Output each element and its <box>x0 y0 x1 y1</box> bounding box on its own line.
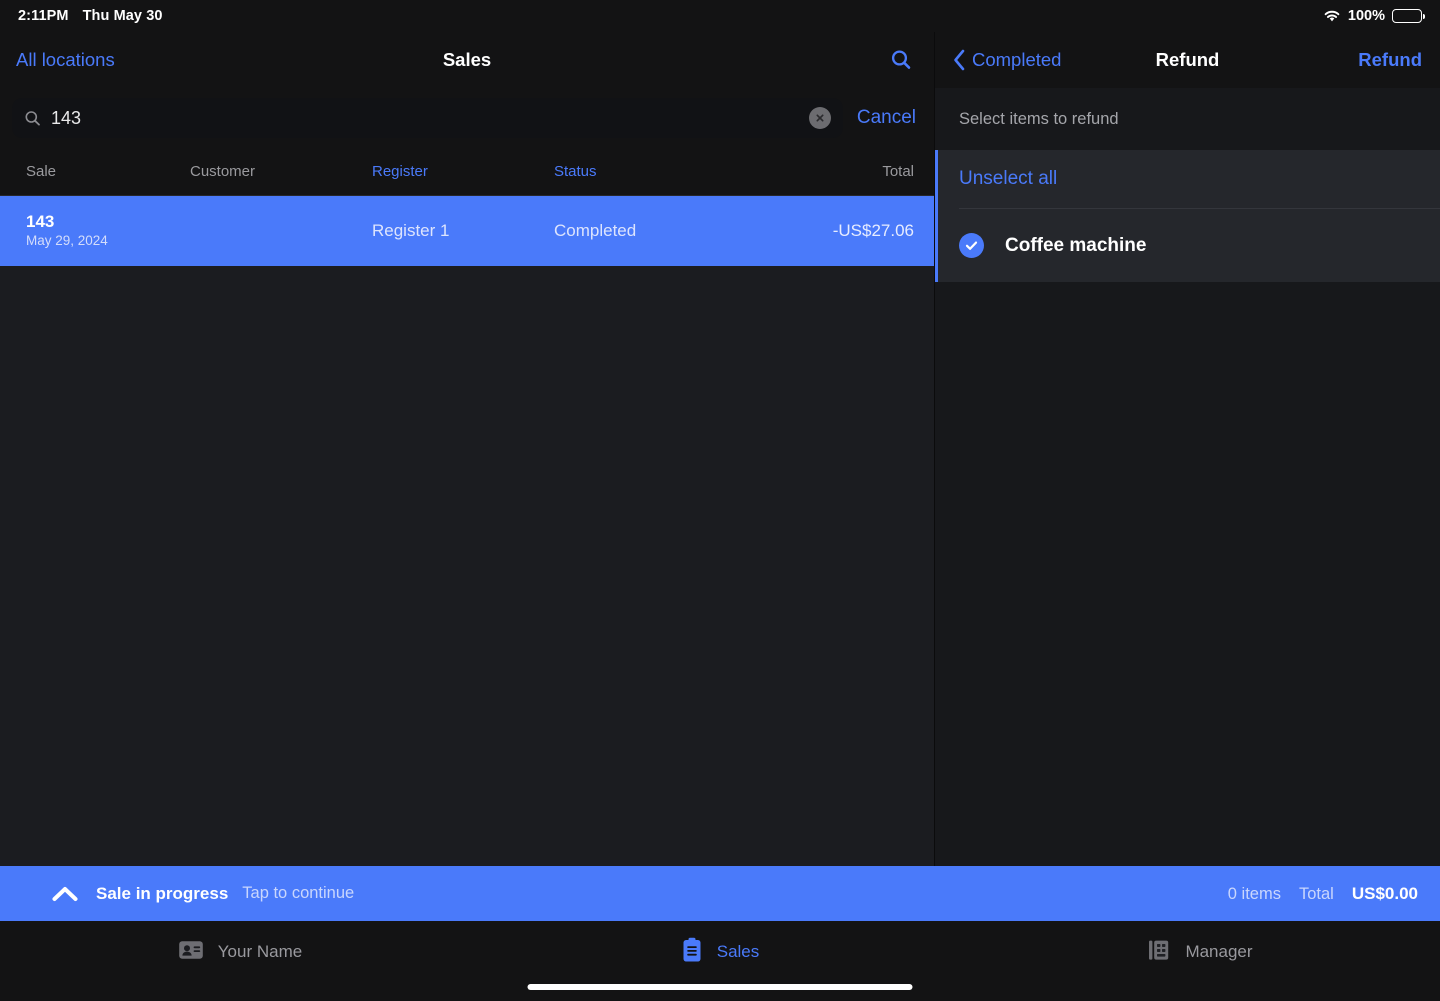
status-bar-right: 100% <box>1323 8 1426 24</box>
chevron-up-icon[interactable] <box>52 886 78 902</box>
home-indicator[interactable] <box>527 984 913 990</box>
row-sale-cell: 143 May 29, 2024 <box>0 211 190 250</box>
unselect-all-row[interactable]: Unselect all <box>938 150 1440 208</box>
back-label: Completed <box>972 49 1062 70</box>
tab-label-manager: Manager <box>1185 942 1253 961</box>
refund-items-card: Unselect all Coffee machine <box>935 150 1440 282</box>
tab-manager[interactable]: Manager <box>960 921 1440 983</box>
tab-label-sales: Sales <box>716 942 760 961</box>
sales-nav-header: All locations Sales <box>0 32 934 88</box>
search-button[interactable] <box>884 43 918 77</box>
refund-pane: Completed Refund Refund Select items to … <box>935 32 1440 866</box>
tab-bar: Your Name Sales Manager <box>0 921 1440 1001</box>
all-locations-button[interactable]: All locations <box>16 49 115 71</box>
check-circle-icon[interactable] <box>959 233 984 258</box>
battery-percent: 100% <box>1347 8 1385 24</box>
clipboard-icon <box>681 937 703 968</box>
tab-label-your-name: Your Name <box>217 942 303 961</box>
table-row[interactable]: 143 May 29, 2024 Register 1 Completed -U… <box>0 196 934 266</box>
row-total: -US$27.06 <box>832 221 914 240</box>
panes-container: All locations Sales 143 Cancel Sale Cust… <box>0 32 1440 866</box>
status-date: Thu May 30 <box>82 8 163 24</box>
search-icon <box>891 50 911 69</box>
column-header-register[interactable]: Register <box>372 163 554 180</box>
sales-pane: All locations Sales 143 Cancel Sale Cust… <box>0 32 935 866</box>
wifi-icon <box>1323 9 1341 23</box>
search-bar: 143 Cancel <box>0 88 934 148</box>
status-bar: 2:11PM Thu May 30 100% <box>0 0 1440 32</box>
refund-nav-header: Completed Refund Refund <box>935 32 1440 88</box>
column-header-sale[interactable]: Sale <box>0 163 190 180</box>
sales-table-header: Sale Customer Register Status Total <box>0 148 934 196</box>
battery-icon <box>1392 9 1426 23</box>
back-to-completed-button[interactable]: Completed <box>953 49 1061 71</box>
search-field[interactable]: 143 <box>12 98 843 138</box>
building-icon <box>1147 938 1171 967</box>
page-title: Sales <box>442 49 492 70</box>
clear-search-icon[interactable] <box>808 107 831 129</box>
sale-in-progress-title: Sale in progress <box>96 883 229 903</box>
unselect-all-button[interactable]: Unselect all <box>959 168 1057 190</box>
tab-sales[interactable]: Sales <box>480 921 960 983</box>
chevron-left-icon <box>954 49 965 71</box>
row-sale-number: 143 <box>26 211 55 231</box>
refund-subheading: Select items to refund <box>935 88 1440 150</box>
column-header-total[interactable]: Total <box>764 163 934 180</box>
total-value: US$0.00 <box>1351 883 1418 903</box>
search-icon <box>24 110 41 127</box>
status-time: 2:11PM <box>18 8 69 24</box>
total-label: Total <box>1298 884 1334 903</box>
search-input[interactable]: 143 <box>51 108 799 129</box>
row-register: Register 1 <box>372 221 450 240</box>
row-status: Completed <box>554 221 637 240</box>
sale-in-progress-summary: 0 items Total US$0.00 <box>1228 884 1418 904</box>
column-header-customer[interactable]: Customer <box>190 163 372 180</box>
column-header-status[interactable]: Status <box>554 163 764 180</box>
items-count: 0 items <box>1227 884 1281 903</box>
refund-action-button[interactable]: Refund <box>1358 49 1422 71</box>
sale-in-progress-subtitle: Tap to continue <box>242 884 355 902</box>
tab-your-name[interactable]: Your Name <box>0 921 480 983</box>
app-screen: 2:11PM Thu May 30 100% All locations Sal… <box>0 0 1440 1001</box>
sale-in-progress-bar[interactable]: Sale in progress Tap to continue 0 items… <box>0 866 1440 921</box>
list-item-label: Coffee machine <box>1005 234 1147 256</box>
contact-card-icon <box>178 939 204 966</box>
cancel-search-button[interactable]: Cancel <box>853 107 922 129</box>
status-bar-left: 2:11PM Thu May 30 <box>18 8 163 24</box>
list-item[interactable]: Coffee machine <box>938 209 1440 282</box>
row-sale-date: May 29, 2024 <box>26 233 108 249</box>
